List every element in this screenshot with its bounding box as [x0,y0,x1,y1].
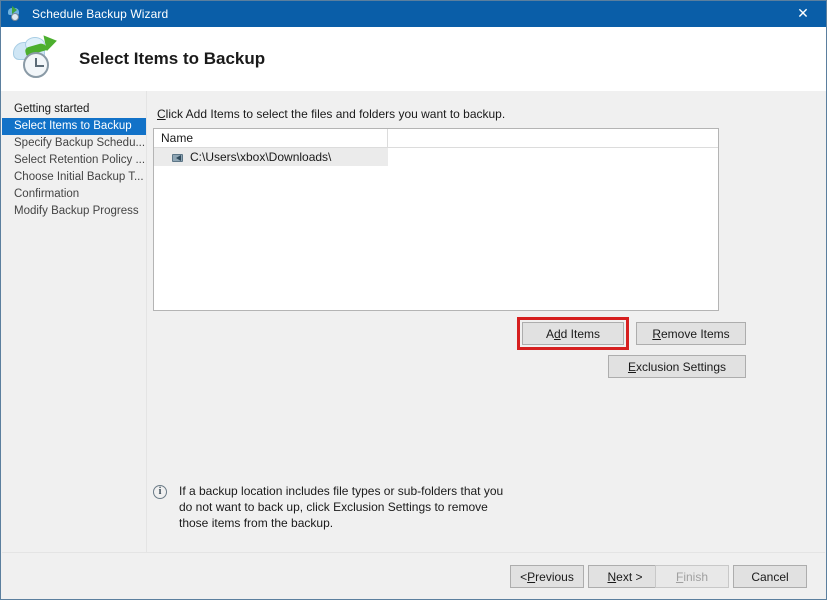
sidebar-item-confirmation[interactable]: Confirmation [2,186,146,203]
cancel-label: Cancel [751,570,788,584]
remove-items-label-post: emove Items [661,327,730,341]
sidebar-item-specify-backup-schedule[interactable]: Specify Backup Schedu... [2,135,146,152]
add-items-button[interactable]: Add Items [522,322,624,345]
page-title: Select Items to Backup [79,49,265,69]
add-items-label-pre: A [546,327,554,341]
backup-clock-icon [8,6,24,22]
info-note-text: If a backup location includes file types… [179,483,519,531]
sidebar-item-select-retention-policy[interactable]: Select Retention Policy ... [2,152,146,169]
wizard-footer: < Previous Next > Finish Cancel [2,552,825,598]
sidebar-item-modify-backup-progress[interactable]: Modify Backup Progress [2,203,146,220]
title-bar: Schedule Backup Wizard ✕ [1,1,826,27]
next-label-mnemonic: N [607,570,616,584]
exclusion-settings-label-post: xclusion Settings [636,360,726,374]
remove-items-label-mnemonic: R [652,327,661,341]
exclusion-settings-button[interactable]: Exclusion Settings [608,355,746,378]
main-content: Click Add Items to select the files and … [147,91,825,553]
exclusion-settings-label-mnemonic: E [628,360,636,374]
info-note: i If a backup location includes file typ… [153,483,573,531]
list-item-path: C:\Users\xbox\Downloads\ [190,150,331,164]
previous-button[interactable]: < Previous [510,565,584,588]
previous-label-post: revious [535,570,574,584]
list-header-row: Name [154,129,718,148]
previous-label-mnemonic: P [527,570,535,584]
finish-button: Finish [655,565,729,588]
instruction-mnemonic: C [157,107,166,121]
finish-label-post: inish [683,570,708,584]
instruction-text: Click Add Items to select the files and … [157,107,505,121]
previous-label-pre: < [520,570,527,584]
next-button[interactable]: Next > [588,565,662,588]
sidebar-item-select-items-to-backup[interactable]: Select Items to Backup [2,118,146,135]
cancel-button[interactable]: Cancel [733,565,807,588]
sidebar-item-getting-started[interactable]: Getting started [2,101,146,118]
schedule-backup-wizard-window: Schedule Backup Wizard ✕ Select Items to… [0,0,827,600]
next-label-post: ext > [616,570,642,584]
column-header-name[interactable]: Name [154,129,388,148]
cloud-backup-clock-icon [11,34,67,84]
backup-items-list[interactable]: Name C:\Users\xbox\Downloads\ [153,128,719,311]
instruction-rest: lick Add Items to select the files and f… [166,107,506,121]
column-header-filler [388,129,718,148]
page-header: Select Items to Backup [1,27,826,91]
remove-items-button[interactable]: Remove Items [636,322,746,345]
info-icon: i [153,485,167,499]
sidebar-item-choose-initial-backup-type[interactable]: Choose Initial Backup T... [2,169,146,186]
add-items-label-post: d Items [561,327,600,341]
wizard-steps-sidebar: Getting started Select Items to Backup S… [2,91,146,598]
close-icon[interactable]: ✕ [780,1,826,27]
add-items-label-mnemonic: d [554,327,561,341]
network-folder-icon [172,152,185,163]
list-item[interactable]: C:\Users\xbox\Downloads\ [154,148,388,166]
window-title: Schedule Backup Wizard [32,7,168,21]
finish-label-mnemonic: F [676,570,683,584]
